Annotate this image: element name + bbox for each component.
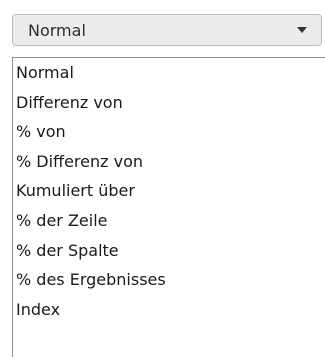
option-normal[interactable]: Normal <box>13 58 325 88</box>
option-prozent-differenz-von[interactable]: % Differenz von <box>13 147 325 177</box>
option-prozent-der-spalte[interactable]: % der Spalte <box>13 236 325 266</box>
option-prozent-des-ergebnisses[interactable]: % des Ergebnisses <box>13 265 325 295</box>
dropdown-selected-value: Normal <box>28 20 86 40</box>
show-data-as-dropdown[interactable]: Normal <box>12 14 322 46</box>
option-differenz-von[interactable]: Differenz von <box>13 88 325 118</box>
option-prozent-der-zeile[interactable]: % der Zeile <box>13 206 325 236</box>
chevron-down-icon[interactable] <box>297 27 307 33</box>
option-prozent-von[interactable]: % von <box>13 117 325 147</box>
dropdown-options-list: Normal Differenz von % von % Differenz v… <box>12 57 325 357</box>
option-index[interactable]: Index <box>13 295 325 325</box>
option-kumuliert-ueber[interactable]: Kumuliert über <box>13 176 325 206</box>
